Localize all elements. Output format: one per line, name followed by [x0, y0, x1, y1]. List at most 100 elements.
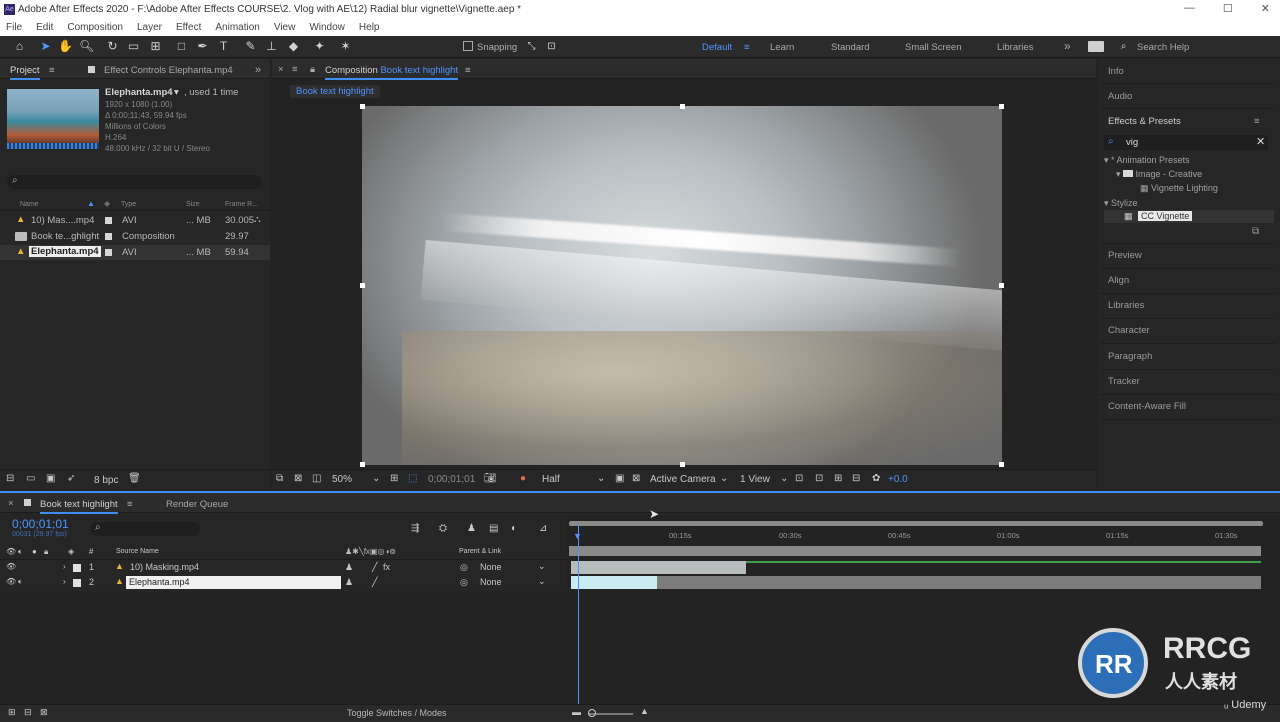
shy-switch-icon[interactable]: ♟ [345, 562, 353, 573]
chevron-down-icon[interactable]: ⌄ [372, 473, 380, 484]
menu-layer[interactable]: Layer [137, 22, 162, 33]
workspace-learn[interactable]: Learn [770, 42, 794, 53]
timeline-icon[interactable]: ⊟ [852, 473, 860, 484]
motion-blur-icon[interactable]: ◐ [511, 523, 517, 534]
content-aware-fill-panel-tab[interactable]: Content-Aware Fill [1108, 401, 1186, 412]
new-folder-icon[interactable]: ▭ [26, 473, 35, 484]
layer-row[interactable]: 👁︎ › 1 ▲ 10) Masking.mp4 ♟ ╱ fx ◎ None ⌄ [0, 561, 566, 575]
3d-glasses-icon[interactable]: ⊠ [294, 473, 302, 484]
toggle-switches-modes[interactable]: Toggle Switches / Modes [347, 708, 447, 718]
label-column-icon[interactable]: ◈ [68, 547, 74, 556]
tracker-panel-tab[interactable]: Tracker [1108, 376, 1140, 387]
snapping-checkbox[interactable] [463, 41, 473, 51]
tab-menu-icon[interactable]: ≡ [292, 64, 298, 75]
snap-edges-icon[interactable]: ⤡ [524, 39, 539, 54]
layer-2-clip[interactable] [571, 576, 657, 589]
project-item-row[interactable]: ▲ 10) Mas....mp4 AVI ... MB 30.005 ⛬ [0, 213, 270, 228]
menu-help[interactable]: Help [359, 22, 380, 33]
bit-depth-label[interactable]: 8 bpc [94, 475, 118, 486]
layer-name-field[interactable]: Elephanta.mp4 [126, 576, 341, 589]
channel-icon[interactable]: ● [520, 473, 526, 484]
effects-presets-tab[interactable]: Effects & Presets [1108, 116, 1181, 127]
timeline-menu-icon[interactable]: ≡ [127, 499, 133, 510]
tab-composition[interactable]: Composition Book text highlight [325, 65, 459, 80]
graph-editor-icon[interactable]: ⊿ [539, 523, 547, 534]
menu-edit[interactable]: Edit [36, 22, 53, 33]
character-panel-tab[interactable]: Character [1108, 325, 1150, 336]
search-help-icon[interactable]: ⌕ [1116, 39, 1131, 54]
hide-shy-layers-icon[interactable]: ♟ [467, 523, 476, 534]
snap-features-icon[interactable]: ⊡ [544, 39, 559, 54]
workspace-default[interactable]: Default [702, 42, 732, 53]
workspace-libraries[interactable]: Libraries [997, 42, 1033, 53]
col-size[interactable]: Size [186, 201, 200, 208]
tree-item-cc-vignette[interactable]: ▦ CC Vignette [1104, 210, 1274, 223]
col-name[interactable]: Name [20, 201, 39, 208]
chevron-down-icon[interactable]: ⌄ [538, 576, 546, 587]
clone-stamp-tool-icon[interactable]: ⊥ [264, 39, 279, 54]
brush-tool-icon[interactable]: ✎ [243, 39, 258, 54]
eye-icon[interactable]: 👁︎ [6, 577, 16, 586]
composition-menu-icon[interactable]: ≡ [465, 65, 471, 76]
quality-switch-icon[interactable]: ╱ [372, 577, 377, 588]
playhead-line[interactable] [578, 523, 579, 705]
fx-switch-icon[interactable]: fx [383, 562, 390, 572]
render-icon[interactable]: ➶ [67, 473, 75, 484]
quality-switch-icon[interactable]: ╱ [372, 562, 377, 573]
type-tool-icon[interactable]: T [216, 39, 231, 54]
toggle-pixel-aspect-icon[interactable]: ⊡ [795, 473, 803, 484]
tab-project[interactable]: Project [10, 65, 40, 80]
comp-duration-bar[interactable] [569, 546, 1261, 556]
pick-whip-icon[interactable]: ◎ [460, 577, 468, 588]
camera-tool-icon[interactable]: ▭ [126, 39, 141, 54]
minimize-button[interactable]: — [1184, 2, 1195, 15]
always-preview-icon[interactable]: ⧉ [276, 473, 283, 484]
layer-switches-pane-icon[interactable]: ⊞ [8, 707, 16, 718]
transform-handle[interactable] [360, 104, 365, 109]
effects-search-input[interactable]: ⌕ vig ✕ [1104, 135, 1268, 150]
tab-effect-controls[interactable]: Effect Controls Elephanta.mp4 [104, 65, 233, 76]
chevron-down-icon[interactable]: ⌄ [538, 561, 546, 572]
tree-item-image-creative[interactable]: ▾ Image - Creative [1116, 169, 1202, 180]
workspace-small-screen[interactable]: Small Screen [905, 42, 962, 53]
flowchart-icon[interactable]: ⊞ [834, 473, 842, 484]
transform-handle[interactable] [999, 283, 1004, 288]
panel-overflow-icon[interactable]: » [255, 64, 261, 76]
region-of-interest-icon[interactable]: ⬚ [408, 473, 417, 484]
safe-margins-icon[interactable]: ⊞ [390, 473, 398, 484]
parent-select[interactable]: None [480, 577, 502, 587]
label-col-icon[interactable]: ◈ [104, 199, 110, 208]
new-bin-icon[interactable]: ⧉ [1252, 226, 1259, 237]
zoom-in-icon[interactable]: ▲ [640, 706, 649, 716]
maximize-button[interactable]: ☐ [1223, 2, 1233, 15]
sync-settings-icon[interactable] [1088, 41, 1104, 52]
timeline-timecode[interactable]: 0;00;01;01 [12, 517, 69, 531]
shy-switch-icon[interactable]: ♟ [345, 577, 353, 588]
col-frame-rate[interactable]: Frame R... [225, 201, 258, 208]
resolution-select[interactable]: Half [542, 474, 560, 485]
pick-whip-icon[interactable]: ◎ [460, 562, 468, 573]
chevron-down-icon[interactable]: ⌄ [597, 473, 605, 484]
solo-icon[interactable]: ● [32, 547, 37, 556]
composition-viewer[interactable] [362, 106, 1002, 465]
zoom-select[interactable]: 50% [332, 474, 352, 485]
close-tab-icon[interactable]: × [278, 64, 284, 75]
playhead-icon[interactable]: ▼ [573, 531, 582, 541]
snapshot-icon[interactable]: 📷︎ [484, 473, 497, 484]
col-parent-link[interactable]: Parent & Link [459, 548, 501, 555]
eye-icon[interactable]: 👁︎ [6, 562, 16, 571]
project-panel-menu-icon[interactable]: ≡ [49, 65, 55, 76]
chevron-down-icon[interactable]: ⌄ [720, 473, 728, 484]
modes-pane-icon[interactable]: ⊟ [24, 707, 32, 718]
preview-panel-tab[interactable]: Preview [1108, 250, 1142, 261]
parent-select[interactable]: None [480, 562, 502, 572]
menu-window[interactable]: Window [309, 22, 345, 33]
interpret-footage-icon[interactable]: ⊟ [6, 473, 14, 484]
audio-icon[interactable]: 🔈︎ [18, 547, 23, 557]
new-composition-icon[interactable]: ▣ [46, 473, 55, 484]
transform-handle[interactable] [680, 104, 685, 109]
menu-effect[interactable]: Effect [176, 22, 201, 33]
work-area-bar[interactable] [569, 521, 1263, 526]
project-item-row-selected[interactable]: ▲ Elephanta.mp4 AVI ... MB 59.94 [0, 245, 270, 260]
tab-render-queue[interactable]: Render Queue [166, 499, 228, 510]
